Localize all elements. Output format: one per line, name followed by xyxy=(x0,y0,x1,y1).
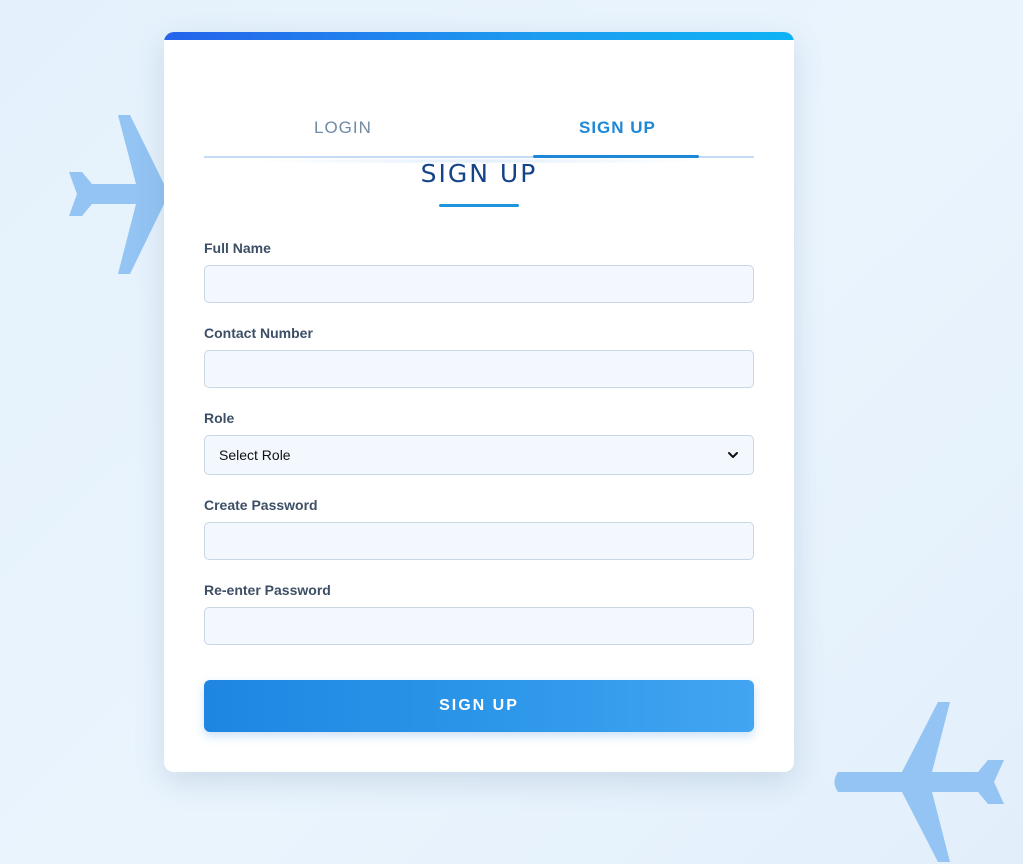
create-password-label: Create Password xyxy=(204,497,318,513)
reenter-password-input[interactable] xyxy=(204,607,754,645)
contact-number-label: Contact Number xyxy=(204,325,313,341)
role-select-value: Select Role xyxy=(219,447,291,463)
full-name-label: Full Name xyxy=(204,240,271,256)
sign-up-button[interactable]: SIGN UP xyxy=(204,680,754,732)
full-name-input[interactable] xyxy=(204,265,754,303)
signup-card: LOGIN SIGN UP SIGN UP Full Name Contact … xyxy=(164,32,794,772)
contact-number-input[interactable] xyxy=(204,350,754,388)
chevron-down-icon xyxy=(728,452,738,458)
card-top-accent-bar xyxy=(164,32,794,40)
role-select[interactable]: Select Role xyxy=(204,435,754,475)
role-label: Role xyxy=(204,410,235,426)
auth-tabs: LOGIN SIGN UP xyxy=(204,102,754,158)
reenter-password-label: Re-enter Password xyxy=(204,582,331,598)
create-password-input[interactable] xyxy=(204,522,754,560)
tab-signup[interactable]: SIGN UP xyxy=(579,118,656,138)
airplane-icon xyxy=(834,702,1004,862)
form-title: SIGN UP xyxy=(420,159,538,188)
title-underline xyxy=(439,204,519,207)
tab-login[interactable]: LOGIN xyxy=(314,118,372,138)
